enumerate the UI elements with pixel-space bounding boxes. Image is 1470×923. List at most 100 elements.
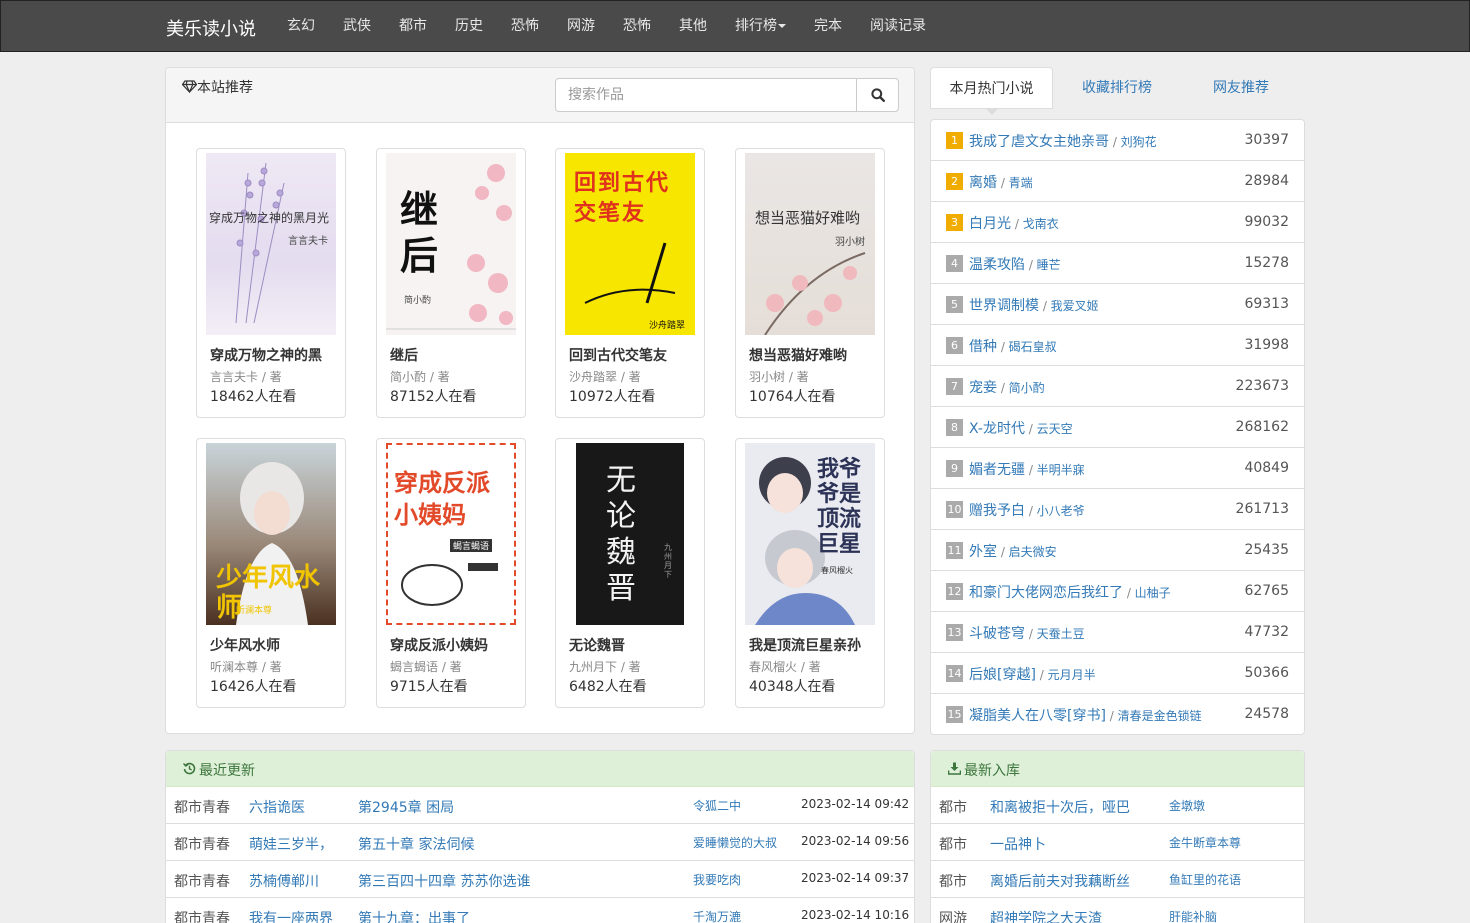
book-author: 春风榴火 / 著	[749, 660, 821, 674]
rank-book-title[interactable]: 离婚	[969, 175, 997, 191]
search-input[interactable]: 搜索作品	[555, 78, 857, 112]
nav-dropdown-ranking[interactable]: 排行榜	[721, 1, 800, 51]
book-title[interactable]: 我是顶流巨星亲孙	[749, 635, 875, 655]
book-cover[interactable]: 想当恶猫好难哟 羽小树	[745, 153, 875, 335]
update-author[interactable]: 令狐二中	[693, 797, 741, 814]
update-author[interactable]: 千淘万漉	[693, 908, 741, 923]
rank-book-title[interactable]: 我成了虐文女主她亲哥	[969, 134, 1109, 150]
list-item: 14 后娘[穿越] / 元月月半 50366	[931, 653, 1304, 694]
rank-book-author[interactable]: 碣石皇叔	[1009, 340, 1057, 354]
book-cover[interactable]: 回到古代交笔友 沙舟踏翠	[565, 153, 695, 335]
rank-book-title[interactable]: 外室	[969, 544, 997, 560]
rank-book-author[interactable]: 云天空	[1037, 422, 1073, 436]
book-title[interactable]: 无论魏晋	[569, 635, 695, 655]
update-chapter[interactable]: 第三百四十四章 苏苏你选谁	[358, 871, 530, 891]
book-cover[interactable]: 穿成反派小姨妈 蝎言蝎语	[386, 443, 516, 625]
nav-link-dushi[interactable]: 都市	[385, 1, 441, 51]
update-chapter[interactable]: 第2945章 困局	[358, 797, 454, 817]
table-row: 网游 超神学院之大天渣 肝能补脑	[931, 898, 1304, 923]
rank-book-title[interactable]: 宠妾	[969, 380, 997, 396]
rank-book-author[interactable]: 启夫微安	[1009, 545, 1057, 559]
update-book-title[interactable]: 苏楠傅郸川	[249, 871, 319, 891]
book-card[interactable]: 回到古代交笔友 沙舟踏翠 回到古代交笔友 沙舟踏翠 / 著 10972人在看	[555, 148, 705, 418]
newest-author[interactable]: 金牛断章本尊	[1169, 834, 1241, 851]
newest-author[interactable]: 金墩墩	[1169, 797, 1205, 814]
book-card[interactable]: 穿成万物之神的黑月光 言言夫卡 穿成万物之神的黑 言言夫卡 / 著 18462人…	[196, 148, 346, 418]
nav-link-xuanhuan[interactable]: 玄幻	[273, 1, 329, 51]
rank-book-author[interactable]: 简小酌	[1009, 381, 1045, 395]
rank-book-author[interactable]: 戈南衣	[1023, 217, 1059, 231]
book-title[interactable]: 想当恶猫好难哟	[749, 345, 875, 365]
rank-book-title[interactable]: X-龙时代	[969, 421, 1025, 437]
nav-link-reading-history[interactable]: 阅读记录	[856, 1, 940, 51]
book-card[interactable]: 穿成反派小姨妈 蝎言蝎语 穿成反派小姨妈 蝎言蝎语 / 著 9715人在看	[376, 438, 526, 708]
nav-link-wanben[interactable]: 完本	[800, 1, 856, 51]
nav-link-kongbu-2[interactable]: 恐怖	[609, 1, 665, 51]
rank-count: 25435	[1244, 542, 1289, 558]
update-author[interactable]: 我要吃肉	[693, 871, 741, 888]
book-card[interactable]: 我爷爷是顶流巨星 春风榴火 我是顶流巨星亲孙 春风榴火 / 著 40348人在看	[735, 438, 885, 708]
search-button[interactable]	[856, 78, 899, 112]
book-card[interactable]: 想当恶猫好难哟 羽小树 想当恶猫好难哟 羽小树 / 著 10764人在看	[735, 148, 885, 418]
newest-book-title[interactable]: 一品神卜	[990, 834, 1046, 854]
separator: /	[997, 381, 1009, 395]
update-author[interactable]: 爱睡懒觉的大叔	[693, 834, 777, 851]
update-book-title[interactable]: 我有一座两界	[249, 908, 333, 923]
book-title[interactable]: 穿成万物之神的黑	[210, 345, 336, 365]
update-category: 都市青春	[174, 837, 230, 853]
update-book-title[interactable]: 萌娃三岁半，	[249, 834, 333, 854]
book-cover[interactable]: 我爷爷是顶流巨星 春风榴火	[745, 443, 875, 625]
book-title[interactable]: 回到古代交笔友	[569, 345, 695, 365]
nav-link-qita[interactable]: 其他	[665, 1, 721, 51]
rank-book-title[interactable]: 媚者无疆	[969, 462, 1025, 478]
rank-book-author[interactable]: 清春是金色锁链	[1118, 709, 1202, 723]
rank-book-title[interactable]: 借种	[969, 339, 997, 355]
rank-book-author[interactable]: 元月月半	[1048, 668, 1096, 682]
newest-book-title[interactable]: 超神学院之大天渣	[990, 908, 1102, 923]
rank-book-title[interactable]: 斗破苍穹	[969, 626, 1025, 642]
book-card[interactable]: 无论魏晋 九州月下 无论魏晋 九州月下 / 著 6482人在看	[555, 438, 705, 708]
rank-book-title[interactable]: 温柔攻陷	[969, 257, 1025, 273]
nav-link-wangyou[interactable]: 网游	[553, 1, 609, 51]
rank-number: 4	[946, 255, 963, 272]
list-item: 5 世界调制模 / 我爱叉姬 69313	[931, 284, 1304, 325]
update-chapter[interactable]: 第十九章：出事了	[358, 908, 470, 923]
rank-book-author[interactable]: 天蚕土豆	[1037, 627, 1085, 641]
newest-author[interactable]: 鱼缸里的花语	[1169, 871, 1241, 888]
update-chapter[interactable]: 第五十章 家法伺候	[358, 834, 474, 854]
rank-book-title[interactable]: 后娘[穿越]	[969, 667, 1036, 683]
rank-book-author[interactable]: 我爱叉姬	[1051, 299, 1099, 313]
site-brand[interactable]: 美乐读小说	[166, 15, 256, 41]
rank-book-author[interactable]: 刘狗花	[1121, 135, 1157, 149]
nav-link-wuxia[interactable]: 武侠	[329, 1, 385, 51]
book-cover[interactable]: 无论魏晋 九州月下	[576, 443, 684, 625]
tab-user-recommend[interactable]: 网友推荐	[1179, 67, 1303, 109]
rank-book-author[interactable]: 青端	[1009, 176, 1033, 190]
tab-favorites-rank[interactable]: 收藏排行榜	[1055, 67, 1179, 109]
rank-book-title[interactable]: 白月光	[969, 216, 1011, 232]
rank-book-title[interactable]: 世界调制模	[969, 298, 1039, 314]
book-cover[interactable]: 继后 简小酌	[386, 153, 516, 335]
rank-book-author[interactable]: 睡芒	[1037, 258, 1061, 272]
rank-book-title[interactable]: 和豪门大佬网恋后我红了	[969, 585, 1123, 601]
book-cover[interactable]: 少年风水师 听澜本尊	[206, 443, 336, 625]
update-book-title[interactable]: 六指诡医	[249, 797, 305, 817]
book-card[interactable]: 少年风水师 听澜本尊 少年风水师 听澜本尊 / 著 16426人在看	[196, 438, 346, 708]
rank-book-title[interactable]: 赠我予白	[969, 503, 1025, 519]
book-title[interactable]: 继后	[390, 345, 516, 365]
nav-link-lishi[interactable]: 历史	[441, 1, 497, 51]
book-title[interactable]: 少年风水师	[210, 635, 336, 655]
newest-book-title[interactable]: 和离被拒十次后，哑巴	[990, 797, 1130, 817]
book-cover[interactable]: 穿成万物之神的黑月光 言言夫卡	[206, 153, 336, 335]
book-card[interactable]: 继后 简小酌 继后 简小酌 / 著 87152人在看	[376, 148, 526, 418]
book-title[interactable]: 穿成反派小姨妈	[390, 635, 516, 655]
tab-monthly-hot[interactable]: 本月热门小说	[930, 67, 1053, 109]
rank-book-author[interactable]: 山柚子	[1135, 586, 1171, 600]
nav-link-kongbu[interactable]: 恐怖	[497, 1, 553, 51]
rank-book-author[interactable]: 小八老爷	[1037, 504, 1085, 518]
cover-author: 听澜本尊	[236, 606, 273, 616]
newest-author[interactable]: 肝能补脑	[1169, 908, 1217, 923]
rank-book-author[interactable]: 半明半寐	[1037, 463, 1085, 477]
rank-book-title[interactable]: 凝脂美人在八零[穿书]	[969, 708, 1106, 724]
newest-book-title[interactable]: 离婚后前夫对我藕断丝	[990, 871, 1130, 891]
